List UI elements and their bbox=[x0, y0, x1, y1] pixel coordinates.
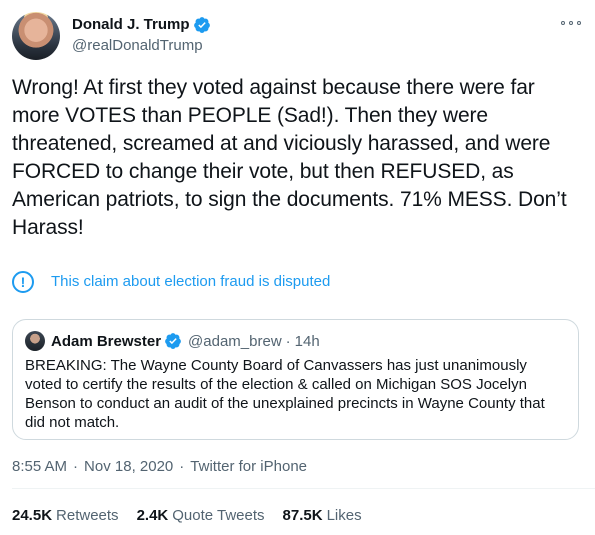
quoted-timestamp: 14h bbox=[294, 332, 320, 350]
more-options-icon[interactable] bbox=[561, 16, 581, 30]
verified-badge-icon bbox=[165, 333, 181, 349]
retweets-count: 24.5K bbox=[12, 507, 53, 524]
quoted-author-handle: @adam_brew bbox=[188, 332, 282, 350]
quoted-author-avatar bbox=[25, 331, 45, 351]
tweet-time[interactable]: 8:55 AM bbox=[12, 458, 67, 475]
separator-dot: · bbox=[179, 458, 185, 475]
disputed-claim-notice[interactable]: ! This claim about election fraud is dis… bbox=[12, 271, 330, 293]
likes-label: Likes bbox=[326, 507, 362, 524]
dot bbox=[569, 21, 573, 25]
author-name-row: Donald J. Trump bbox=[72, 15, 211, 35]
author-handle[interactable]: @realDonaldTrump bbox=[72, 36, 203, 56]
author-avatar[interactable] bbox=[12, 12, 60, 60]
quoted-author-name: Adam Brewster bbox=[51, 332, 162, 350]
dot bbox=[577, 21, 581, 25]
divider bbox=[12, 488, 595, 489]
likes-stat[interactable]: 87.5K Likes bbox=[283, 506, 362, 526]
separator-dot: · bbox=[285, 332, 291, 350]
engagement-stats: 24.5K Retweets 2.4K Quote Tweets 87.5K Like… bbox=[12, 506, 380, 526]
tweet-source[interactable]: Twitter for iPhone bbox=[190, 458, 307, 475]
author-display-name[interactable]: Donald J. Trump bbox=[72, 15, 190, 35]
notice-text[interactable]: This claim about election fraud is dispu… bbox=[51, 272, 330, 292]
likes-count: 87.5K bbox=[282, 507, 323, 524]
quote-tweets-count: 2.4K bbox=[136, 507, 169, 524]
quoted-tweet-text: BREAKING: The Wayne County Board of Canv… bbox=[25, 357, 549, 431]
separator-dot: · bbox=[73, 458, 79, 475]
quote-tweets-stat[interactable]: 2.4K Quote Tweets bbox=[137, 506, 265, 526]
tweet-date[interactable]: Nov 18, 2020 bbox=[84, 458, 173, 475]
verified-badge-icon bbox=[193, 17, 210, 33]
tweet-metadata: 8:55 AM · Nov 18, 2020 · Twitter for iPhone bbox=[12, 457, 307, 477]
quoted-tweet[interactable]: Adam Brewster @adam_brew · 14h BREAKING:… bbox=[12, 319, 579, 440]
quote-tweets-label: Quote Tweets bbox=[172, 507, 265, 524]
quoted-tweet-header: Adam Brewster @adam_brew · 14h bbox=[25, 330, 566, 352]
dot bbox=[561, 21, 565, 25]
retweets-label: Retweets bbox=[56, 507, 119, 524]
retweets-stat[interactable]: 24.5K Retweets bbox=[12, 506, 119, 526]
tweet-text: Wrong! At first they voted against becau… bbox=[12, 76, 573, 239]
exclamation-circle-icon: ! bbox=[12, 271, 34, 293]
